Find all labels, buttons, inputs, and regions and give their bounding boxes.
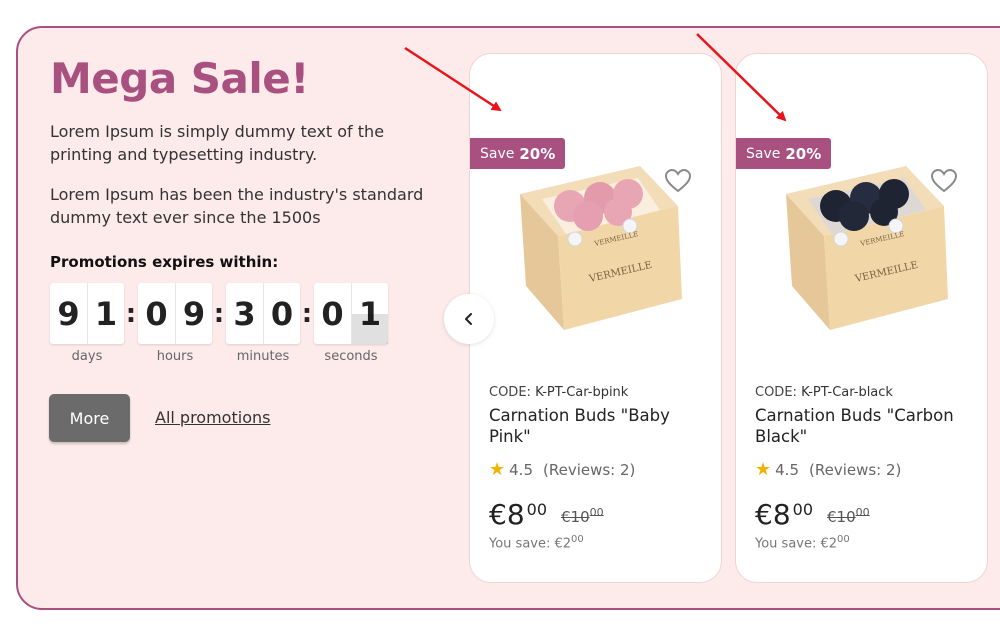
product-code: CODE: K-PT-Car-black [755, 385, 893, 400]
star-icon: ★ [489, 459, 506, 480]
product-image[interactable]: VERMEILLE VERMEILLE [500, 154, 700, 354]
more-button[interactable]: More [49, 394, 130, 442]
product-code: CODE: K-PT-Car-bpink [489, 385, 628, 400]
you-save: You save: €200 [489, 534, 584, 551]
you-save: You save: €200 [755, 534, 850, 551]
product-code-value: K-PT-Car-bpink [535, 385, 629, 400]
you-save-decimals: 00 [571, 534, 584, 545]
you-save-decimals: 00 [837, 534, 850, 545]
countdown-timer: 9 1 days : 0 9 hours : 3 0 minutes : 0 1… [50, 283, 388, 364]
carousel-prev-button[interactable] [444, 294, 494, 344]
product-price: € 8 00 €1000 [755, 499, 870, 531]
promo-text-block: Mega Sale! Lorem Ipsum is simply dummy t… [50, 52, 430, 271]
reviews-count[interactable]: (Reviews: 2) [809, 461, 901, 479]
promo-expires-label: Promotions expires within: [50, 253, 279, 271]
rating-value: 4.5 [775, 460, 799, 479]
old-price: €1000 [561, 506, 604, 526]
star-icon: ★ [755, 459, 772, 480]
countdown-minutes: 3 0 minutes [226, 283, 300, 364]
countdown-digit: 0 [321, 294, 344, 333]
countdown-digit: 9 [175, 283, 212, 344]
countdown-digit: 0 [145, 294, 168, 333]
countdown-label-seconds: seconds [324, 349, 378, 364]
countdown-hours: 0 9 hours [138, 283, 212, 364]
you-save-label: You save: €2 [489, 536, 572, 552]
product-name[interactable]: Carnation Buds "Carbon Black" [755, 405, 970, 447]
countdown-label-hours: hours [156, 349, 194, 364]
countdown-digit: 1 [87, 283, 124, 344]
price-integer: 8 [506, 498, 525, 531]
countdown-digit: 9 [57, 294, 80, 333]
reviews-count[interactable]: (Reviews: 2) [543, 461, 635, 479]
countdown-digit: 0 [263, 283, 300, 344]
product-card[interactable]: Save 20% VERMEILLE VERMEILLE CODE: K-PT-… [735, 53, 988, 583]
countdown-separator: : [125, 298, 137, 329]
countdown-digit: 1 [351, 283, 388, 344]
price-currency: € [489, 498, 507, 531]
old-price-integer: €10 [827, 508, 856, 526]
product-price: € 8 00 €1000 [489, 499, 604, 531]
countdown-separator: : [301, 298, 313, 329]
product-code-value: K-PT-Car-black [801, 385, 893, 400]
you-save-label: You save: €2 [755, 536, 838, 552]
all-promotions-link[interactable]: All promotions [155, 408, 270, 427]
product-image[interactable]: VERMEILLE VERMEILLE [766, 154, 966, 354]
countdown-digit: 3 [233, 294, 256, 333]
old-price: €1000 [827, 506, 870, 526]
countdown-label-days: days [71, 349, 103, 364]
price-decimals: 00 [526, 500, 548, 519]
old-price-decimals: 00 [589, 506, 604, 519]
price-decimals: 00 [792, 500, 814, 519]
price-currency: € [755, 498, 773, 531]
countdown-seconds: 0 1 seconds [314, 283, 388, 364]
countdown-label-minutes: minutes [236, 349, 290, 364]
chevron-left-icon [465, 313, 472, 325]
price-integer: 8 [772, 498, 791, 531]
old-price-integer: €10 [561, 508, 590, 526]
rating-value: 4.5 [509, 460, 533, 479]
promo-description-2: Lorem Ipsum has been the industry's stan… [50, 185, 424, 227]
product-rating: ★ 4.5 (Reviews: 2) [489, 459, 635, 480]
countdown-days: 9 1 days [50, 283, 124, 364]
product-rating: ★ 4.5 (Reviews: 2) [755, 459, 901, 480]
product-name[interactable]: Carnation Buds "Baby Pink" [489, 405, 704, 447]
promo-title: Mega Sale! [50, 54, 309, 103]
product-card[interactable]: Save 20% VERMEILLE VERMEILLE CODE: K-PT-… [469, 53, 722, 583]
countdown-separator: : [213, 298, 225, 329]
product-code-label: CODE: [755, 385, 797, 400]
old-price-decimals: 00 [855, 506, 870, 519]
promo-description-1: Lorem Ipsum is simply dummy text of the … [50, 122, 385, 164]
product-code-label: CODE: [489, 385, 531, 400]
